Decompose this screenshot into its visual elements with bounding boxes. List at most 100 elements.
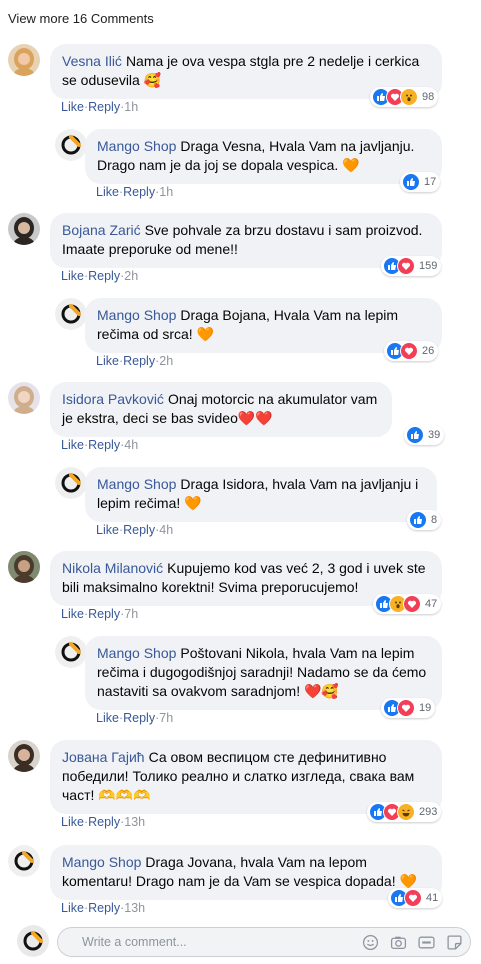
avatar[interactable] — [8, 44, 40, 76]
sticker-icon[interactable] — [446, 934, 463, 951]
comment-author-link[interactable]: Mango Shop — [97, 138, 176, 154]
wow-reaction-icon — [400, 88, 418, 106]
comment-timestamp[interactable]: 2h — [124, 269, 138, 283]
comment-timestamp[interactable]: 4h — [124, 438, 138, 452]
avatar[interactable] — [8, 213, 40, 245]
comment-author-link[interactable]: Mango Shop — [97, 476, 176, 492]
reply-link[interactable]: Reply — [88, 269, 120, 283]
reaction-count: 41 — [426, 892, 439, 904]
comment-author-link[interactable]: Mango Shop — [62, 854, 141, 870]
reply-link[interactable]: Reply — [88, 901, 120, 915]
reaction-count: 17 — [424, 176, 437, 188]
reaction-count: 293 — [419, 806, 438, 818]
comment-actions: Like·Reply·2h — [61, 269, 138, 283]
comment-timestamp[interactable]: 1h — [124, 100, 138, 114]
like-link[interactable]: Like — [61, 607, 84, 621]
comment-timestamp[interactable]: 1h — [159, 185, 173, 199]
reply-link[interactable]: Reply — [88, 815, 120, 829]
comment-author-link[interactable]: Mango Shop — [97, 307, 176, 323]
composer-avatar — [17, 925, 49, 957]
emoji-icon[interactable] — [362, 934, 379, 951]
like-link[interactable]: Like — [61, 901, 84, 915]
reaction-count: 8 — [431, 514, 438, 526]
comment-timestamp[interactable]: 13h — [124, 901, 145, 915]
reply-link[interactable]: Reply — [88, 100, 120, 114]
avatar[interactable] — [55, 298, 87, 330]
avatar[interactable] — [8, 845, 40, 877]
comment-author-link[interactable]: Nikola Milanović — [62, 560, 163, 576]
comment-author-link[interactable]: Јована Гајић — [62, 749, 145, 765]
reaction-count: 47 — [425, 598, 438, 610]
comment-actions: Like·Reply·1h — [96, 185, 173, 199]
comment-bubble: Isidora Pavković Onaj motorcic na akumula… — [50, 382, 392, 437]
reaction-count: 26 — [422, 345, 435, 357]
reply-link[interactable]: Reply — [123, 185, 155, 199]
reaction-summary[interactable]: 159 — [381, 256, 442, 276]
like-link[interactable]: Like — [61, 438, 84, 452]
reply-link[interactable]: Reply — [123, 523, 155, 537]
reply-link[interactable]: Reply — [123, 711, 155, 725]
reply-link[interactable]: Reply — [88, 607, 120, 621]
like-link[interactable]: Like — [96, 185, 119, 199]
reaction-summary[interactable]: 98 — [370, 87, 439, 107]
love-reaction-icon — [404, 889, 422, 907]
avatar[interactable] — [55, 129, 87, 161]
like-link[interactable]: Like — [61, 269, 84, 283]
like-reaction-icon — [406, 426, 424, 444]
like-link[interactable]: Like — [61, 815, 84, 829]
like-link[interactable]: Like — [96, 711, 119, 725]
comment-actions: Like·Reply·2h — [96, 354, 173, 368]
comment-input[interactable]: Write a comment... — [57, 927, 471, 957]
comment-timestamp[interactable]: 13h — [124, 815, 145, 829]
reaction-count: 19 — [419, 702, 432, 714]
reaction-summary[interactable]: 26 — [384, 341, 439, 361]
comment-author-link[interactable]: Vesna Ilić — [62, 53, 122, 69]
haha-reaction-icon — [397, 803, 415, 821]
like-link[interactable]: Like — [96, 523, 119, 537]
reaction-summary[interactable]: 17 — [400, 172, 441, 192]
reaction-count: 98 — [422, 91, 435, 103]
comment-actions: Like·Reply·7h — [96, 711, 173, 725]
reaction-summary[interactable]: 47 — [373, 594, 442, 614]
comment-actions: Like·Reply·13h — [61, 901, 145, 915]
camera-icon[interactable] — [390, 934, 407, 951]
comment-bubble: Mango Shop Draga Vesna, Hvala Vam na javl… — [85, 129, 442, 184]
gif-icon[interactable] — [418, 934, 435, 951]
reaction-summary[interactable]: 19 — [381, 698, 436, 718]
comment-bubble: Mango Shop Draga Jovana, hvala Vam na lep… — [50, 845, 442, 900]
avatar[interactable] — [8, 382, 40, 414]
reaction-summary[interactable]: 293 — [367, 802, 442, 822]
comment-author-link[interactable]: Bojana Zarić — [62, 222, 141, 238]
comment-timestamp[interactable]: 7h — [124, 607, 138, 621]
avatar[interactable] — [55, 636, 87, 668]
reaction-summary[interactable]: 41 — [388, 888, 443, 908]
comment-actions: Like·Reply·4h — [96, 523, 173, 537]
avatar[interactable] — [8, 551, 40, 583]
comment-actions: Like·Reply·13h — [61, 815, 145, 829]
comment-actions: Like·Reply·1h — [61, 100, 138, 114]
like-link[interactable]: Like — [96, 354, 119, 368]
avatar[interactable] — [55, 467, 87, 499]
avatar[interactable] — [8, 740, 40, 772]
reaction-count: 39 — [428, 429, 441, 441]
love-reaction-icon — [400, 342, 418, 360]
reaction-summary[interactable]: 8 — [407, 510, 442, 530]
comment-bubble: Mango Shop Draga Isidora, hvala Vam na ja… — [85, 467, 437, 522]
comments-panel: View more 16 Comments Vesna Ilić Nama je … — [0, 0, 481, 964]
reaction-summary[interactable]: 39 — [404, 425, 445, 445]
comment-timestamp[interactable]: 2h — [159, 354, 173, 368]
reply-link[interactable]: Reply — [123, 354, 155, 368]
comment-author-link[interactable]: Isidora Pavković — [62, 391, 164, 407]
like-reaction-icon — [409, 511, 427, 529]
comment-actions: Like·Reply·7h — [61, 607, 138, 621]
comment-timestamp[interactable]: 7h — [159, 711, 173, 725]
like-link[interactable]: Like — [61, 100, 84, 114]
comment-input-placeholder: Write a comment... — [82, 935, 187, 949]
like-reaction-icon — [402, 173, 420, 191]
comment-timestamp[interactable]: 4h — [159, 523, 173, 537]
love-reaction-icon — [403, 595, 421, 613]
view-more-comments-link[interactable]: View more 16 Comments — [8, 11, 154, 26]
reaction-count: 159 — [419, 260, 438, 272]
comment-author-link[interactable]: Mango Shop — [97, 645, 176, 661]
reply-link[interactable]: Reply — [88, 438, 120, 452]
